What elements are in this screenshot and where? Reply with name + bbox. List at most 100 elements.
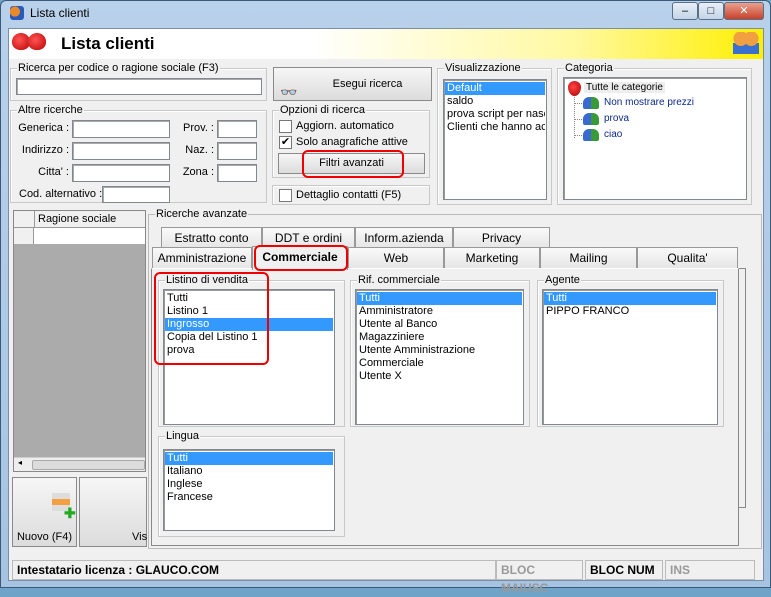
page-title: Lista clienti: [61, 34, 155, 53]
list-item[interactable]: Utente Amministrazione: [357, 344, 522, 357]
tab-web[interactable]: Web: [348, 247, 444, 268]
app-icon: [10, 6, 24, 20]
list-item[interactable]: Tutti: [544, 292, 716, 305]
list-item[interactable]: Francese: [165, 491, 333, 504]
strawberry-icon: [568, 81, 581, 96]
highlight-box: [302, 150, 404, 178]
highlight-box: [254, 245, 348, 271]
tree-line: [574, 103, 582, 104]
rif-commerciale-list[interactable]: Tutti Amministratore Utente al Banco Mag…: [355, 289, 524, 425]
scroll-left-icon[interactable]: ◂: [18, 458, 22, 467]
indirizzo-label: Indirizzo :: [21, 144, 69, 156]
list-item[interactable]: Utente al Banco: [357, 318, 522, 331]
list-item[interactable]: saldo: [445, 95, 545, 108]
tree-line: [574, 119, 582, 120]
new-button[interactable]: ✚ Nuovo (F4): [12, 477, 77, 547]
tab-privacy[interactable]: Privacy: [453, 227, 550, 248]
panel-shadow: [738, 268, 746, 508]
active-only-checkbox[interactable]: ✔: [279, 136, 292, 149]
tab-marketing[interactable]: Marketing: [444, 247, 540, 268]
strawberry-icon: [28, 33, 46, 50]
row-header: [14, 228, 34, 244]
column-header-ragione-sociale[interactable]: Ragione sociale: [34, 211, 116, 228]
active-only-label: Solo anagrafiche attive: [296, 136, 408, 148]
results-grid[interactable]: Ragione sociale ◂: [13, 210, 146, 472]
scroll-thumb[interactable]: [32, 460, 145, 470]
search-button-label: Esegui ricerca: [332, 78, 403, 90]
tree-item[interactable]: ciao: [604, 129, 622, 140]
view-list[interactable]: Default saldo prova script per nasc Clie…: [443, 79, 547, 200]
tree-item[interactable]: Non mostrare prezzi: [604, 97, 694, 108]
generica-input[interactable]: [72, 120, 170, 138]
group-label: Altre ricerche: [17, 104, 84, 116]
group-label: Visualizzazione: [444, 62, 522, 74]
auto-update-checkbox[interactable]: [279, 120, 292, 133]
tree-line: [574, 135, 582, 136]
close-button[interactable]: ✕: [724, 2, 764, 20]
view-button[interactable]: Vis: [79, 477, 147, 547]
cod-alternativo-label: Cod. alternativo :: [19, 188, 103, 200]
group-label: Ricerche avanzate: [155, 208, 249, 220]
maximize-button[interactable]: □: [698, 2, 724, 20]
list-item[interactable]: PIPPO FRANCO: [544, 305, 716, 318]
citta-label: Citta' :: [38, 166, 69, 178]
new-button-label: Nuovo (F4): [16, 531, 73, 543]
table-row[interactable]: [34, 228, 145, 244]
window-title: Lista clienti: [30, 6, 90, 20]
group-label: Ricerca per codice o ragione sociale (F3…: [17, 62, 220, 74]
contacts-detail-checkbox[interactable]: [279, 189, 292, 202]
caps-lock-status: BLOC MAIUSC: [496, 560, 583, 595]
tree-root[interactable]: Tutte le categorie: [584, 82, 665, 93]
list-item[interactable]: prova script per nasc: [445, 108, 545, 121]
list-item[interactable]: Amministratore: [357, 305, 522, 318]
auto-update-label: Aggiorn. automatico: [296, 120, 394, 132]
tab-mailing[interactable]: Mailing: [540, 247, 637, 268]
zona-input[interactable]: [217, 164, 257, 182]
plus-icon: ✚: [64, 505, 76, 521]
list-item[interactable]: Commerciale: [357, 357, 522, 370]
group-label: Rif. commerciale: [357, 274, 441, 286]
list-item[interactable]: Magazziniere: [357, 331, 522, 344]
tab-inform-azienda[interactable]: Inform.azienda: [355, 227, 453, 248]
list-item[interactable]: Inglese: [165, 478, 333, 491]
list-item[interactable]: Tutti: [357, 292, 522, 305]
users-icon: [583, 97, 599, 109]
citta-input[interactable]: [72, 164, 170, 182]
tab-amministrazione[interactable]: Amministrazione: [152, 247, 252, 268]
group-label: Agente: [544, 274, 581, 286]
generica-label: Generica :: [18, 122, 69, 134]
category-tree[interactable]: Tutte le categorie Non mostrare prezzi p…: [563, 77, 747, 200]
naz-label: Naz. :: [185, 144, 214, 156]
users-icon: [733, 32, 759, 54]
group-label: Lingua: [165, 430, 201, 442]
group-label: Opzioni di ricerca: [279, 104, 366, 116]
agente-list[interactable]: Tutti PIPPO FRANCO: [542, 289, 718, 425]
users-icon: [583, 129, 599, 141]
group-label: Categoria: [564, 62, 614, 74]
prov-label: Prov. :: [183, 122, 214, 134]
cod-alternativo-input[interactable]: [102, 186, 170, 203]
insert-status: INS: [665, 560, 755, 580]
list-item[interactable]: Tutti: [165, 452, 333, 465]
list-item[interactable]: Italiano: [165, 465, 333, 478]
contacts-detail-label: Dettaglio contatti (F5): [296, 189, 402, 201]
tab-qualita[interactable]: Qualita': [637, 247, 738, 268]
list-item[interactable]: Utente X: [357, 370, 522, 383]
users-icon: [583, 113, 599, 125]
license-status: Intestatario licenza : GLAUCO.COM: [12, 560, 496, 580]
tab-estratto-conto[interactable]: Estratto conto: [161, 227, 262, 248]
num-lock-status: BLOC NUM: [585, 560, 663, 580]
zona-label: Zona :: [182, 166, 214, 178]
tree-item[interactable]: prova: [604, 113, 629, 124]
prov-input[interactable]: [217, 120, 257, 138]
code-search-input[interactable]: [16, 78, 262, 95]
list-item[interactable]: Clienti che hanno acc: [445, 121, 545, 134]
view-button-label: Vis: [132, 531, 148, 543]
indirizzo-input[interactable]: [72, 142, 170, 160]
naz-input[interactable]: [217, 142, 257, 160]
search-button[interactable]: 👓 Esegui ricerca: [273, 67, 432, 101]
lingua-list[interactable]: Tutti Italiano Inglese Francese: [163, 449, 335, 531]
list-item[interactable]: Default: [445, 82, 545, 95]
minimize-button[interactable]: –: [672, 2, 698, 20]
horizontal-scrollbar[interactable]: ◂: [14, 457, 145, 471]
